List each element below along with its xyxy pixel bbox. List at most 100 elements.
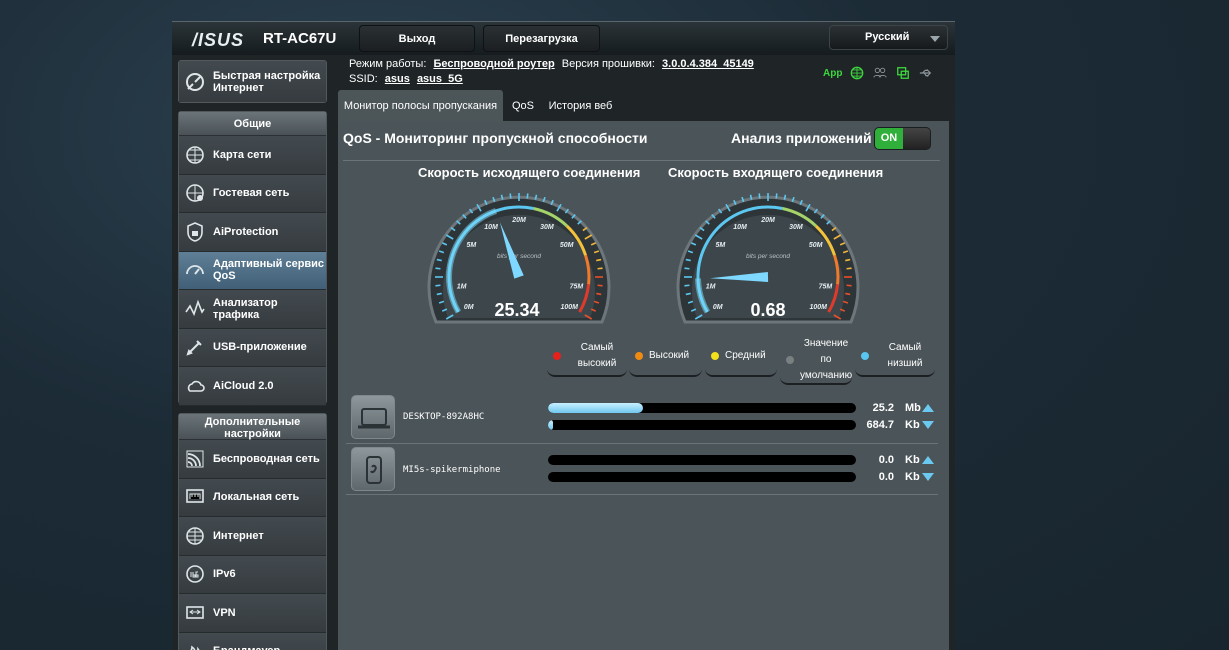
laptop-icon <box>358 408 390 429</box>
phone-icon <box>366 456 382 484</box>
sidebar-item-usb[interactable]: USB-приложение <box>179 328 326 367</box>
gauge-tick <box>435 284 441 287</box>
gauge-tick <box>534 194 538 200</box>
general-header: Общие <box>179 112 326 136</box>
gauge-tick-label: 5M <box>716 242 726 249</box>
sidebar-item-traffic-analyzer[interactable]: Анализатор трафика <box>179 290 326 329</box>
ipv6-icon <box>186 565 204 584</box>
gauge-tick-label: 5M <box>467 242 477 249</box>
gauge-tick-label: 30M <box>540 224 554 231</box>
app-analysis-toggle[interactable]: ON <box>874 127 931 150</box>
sidebar-item-label: Адаптивный сервис QoS <box>213 258 325 283</box>
sidebar-item-lan[interactable]: Локальная сеть <box>179 478 326 517</box>
sidebar-item-qos[interactable]: Адаптивный сервис QoS <box>179 251 326 290</box>
legend-label: Самый низший <box>887 342 923 369</box>
aiprotection-icon <box>187 221 203 242</box>
advanced-header: Дополнительные настройки <box>179 414 326 440</box>
gauge-tick <box>846 284 852 287</box>
sidebar-item-wireless[interactable]: Беспроводная сеть <box>179 440 326 479</box>
firmware-link[interactable]: 3.0.0.4.384_45149 <box>662 58 754 70</box>
usb-status-icon[interactable] <box>895 66 911 80</box>
traffic-analyzer-icon <box>185 299 205 316</box>
toggle-knob <box>903 128 930 149</box>
sidebar-item-firewall[interactable]: Брандмауэр <box>179 632 326 650</box>
app-status[interactable]: App <box>823 68 842 79</box>
legend-dot <box>553 352 561 360</box>
internet-status-icon[interactable] <box>849 66 865 80</box>
gauge-tick <box>436 292 442 296</box>
gauge-tick <box>500 194 504 200</box>
sidebar-item-vpn[interactable]: VPN <box>179 594 326 633</box>
upload-unit: Mb <box>905 402 921 414</box>
legend-label: Высокий <box>649 350 690 361</box>
model-name: RT-AC67U <box>263 30 337 47</box>
sidebar-item-globe[interactable]: Интернет <box>179 517 326 556</box>
sidebar-item-label: Быстрая настройка Интернет <box>213 69 321 94</box>
sidebar-item-label: Локальная сеть <box>213 491 300 504</box>
device-icon[interactable] <box>351 395 395 439</box>
arrow-up-icon <box>922 404 934 412</box>
sidebar-item-label: Гостевая сеть <box>213 187 290 200</box>
sidebar-item-label: Карта сети <box>213 148 272 161</box>
sidebar-item-ipv6[interactable]: IPv6 <box>179 555 326 594</box>
tab-bandwidth-monitor[interactable]: Монитор полосы пропускания <box>338 90 503 122</box>
wireless-icon <box>186 450 204 468</box>
gauge-tick <box>846 267 852 270</box>
sidebar-general: Общие Карта сети Гостевая сеть AiProtectio… <box>178 111 327 406</box>
gauge-unit-label: bits per second <box>497 253 541 260</box>
app-analysis-label: Анализ приложений <box>731 130 872 146</box>
gauge-tick <box>685 292 691 296</box>
upload-unit: Kb <box>905 454 920 466</box>
gauge-tick <box>684 267 690 270</box>
gauge-tick-label: 20M <box>760 217 775 224</box>
legend-dot <box>711 352 719 360</box>
gauge-tick <box>749 194 753 200</box>
gauge-tick-label: 1M <box>457 283 467 290</box>
arrow-down-icon <box>922 473 934 481</box>
sidebar-item-quick-setup[interactable]: Быстрая настройка Интернет <box>179 61 326 102</box>
quick-setup-icon <box>186 72 204 91</box>
info-line-2: SSID: asus asus_5G <box>349 73 463 85</box>
clients-icon[interactable] <box>872 66 888 80</box>
gauge-tick <box>596 258 602 262</box>
ssid-24-link[interactable]: asus <box>385 73 410 85</box>
gauge-tick <box>685 258 691 262</box>
divider <box>343 160 940 161</box>
usb-icon[interactable] <box>918 66 934 80</box>
sidebar-item-label: VPN <box>213 606 236 619</box>
device-icon[interactable] <box>351 447 395 491</box>
quick-setup-box[interactable]: Быстрая настройка Интернет <box>178 60 327 103</box>
gauge-tick <box>597 267 603 270</box>
sidebar-item-cloud[interactable]: AiCloud 2.0 <box>179 367 326 406</box>
tab-web-history[interactable]: История веб <box>542 90 619 122</box>
page-title: QoS - Мониторинг пропускной способности <box>343 130 648 146</box>
row-divider <box>346 443 938 444</box>
sidebar-item-label: USB-приложение <box>213 341 307 354</box>
mode-link[interactable]: Беспроводной роутер <box>433 58 554 70</box>
upload-speed-title: Скорость исходящего соединения <box>418 165 641 180</box>
advanced-list: Беспроводная сеть Локальная сеть Интернет I… <box>179 440 326 650</box>
general-list: Карта сети Гостевая сеть AiProtection Адапт… <box>179 136 326 406</box>
gauge-tick <box>509 193 512 199</box>
legend-label: Самый высокий <box>577 342 617 369</box>
device-download-rate: 684.7 <box>866 419 894 431</box>
sidebar-item-network-map[interactable]: Карта сети <box>179 136 326 175</box>
firewall-icon <box>190 645 200 650</box>
logout-button[interactable]: Выход <box>359 25 475 52</box>
guest-network-icon <box>186 184 204 203</box>
sidebar-item-label: Брандмауэр <box>213 645 280 650</box>
reboot-button[interactable]: Перезагрузка <box>483 25 600 52</box>
device-upload-rate: 25.2 <box>872 402 894 414</box>
language-select[interactable]: Русский <box>829 25 948 50</box>
gauge-tick <box>684 284 690 287</box>
sidebar-item-aiprotection[interactable]: AiProtection <box>179 213 326 252</box>
sidebar-item-label: Беспроводная сеть <box>213 452 320 465</box>
tab-qos[interactable]: QoS <box>506 90 540 122</box>
sidebar-item-label: IPv6 <box>213 568 236 581</box>
bar-fill <box>548 403 644 413</box>
ssid-5g-link[interactable]: asus_5G <box>417 73 463 85</box>
legend-default: Значение по умолчанию <box>780 337 852 385</box>
sidebar-item-guest-network[interactable]: Гостевая сеть <box>179 174 326 213</box>
ssid-label: SSID: <box>349 73 378 85</box>
download-speed-title: Скорость входящего соединения <box>668 165 884 180</box>
